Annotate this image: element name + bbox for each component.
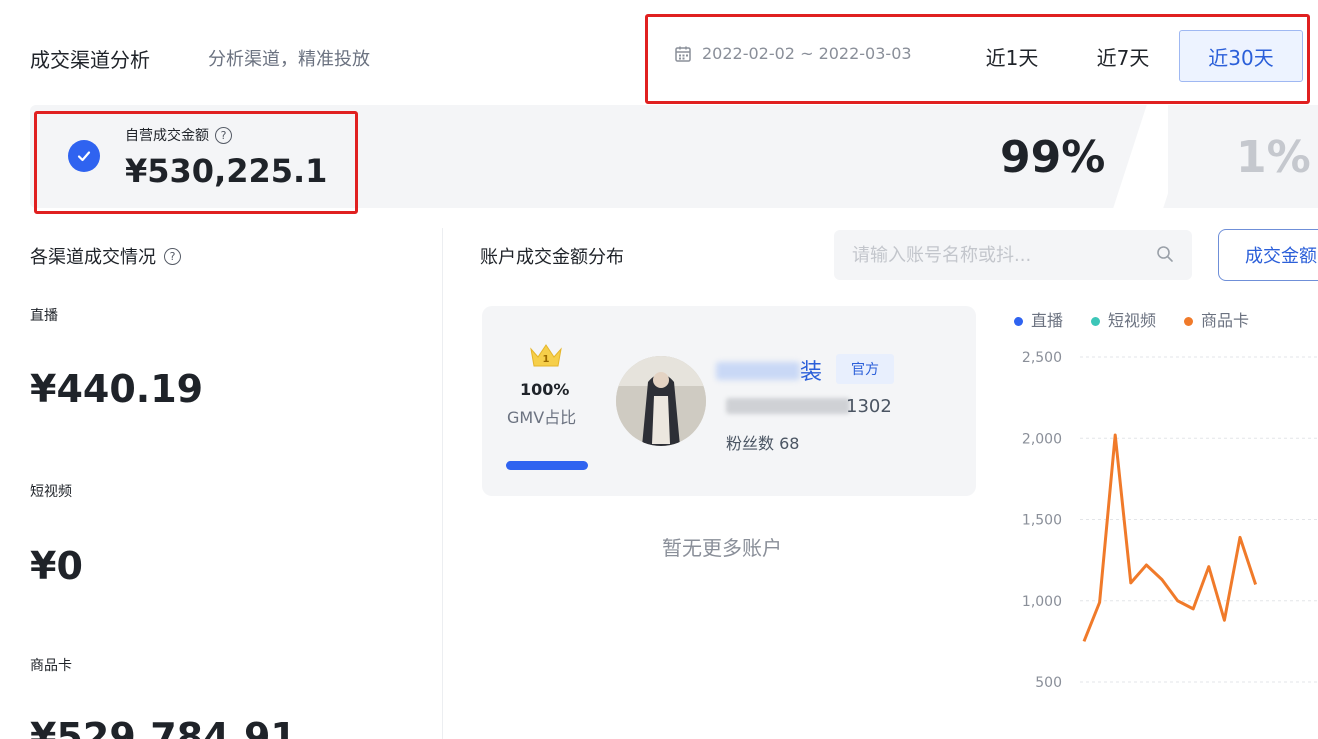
trend-chart: 2,500 2,000 1,500 1,000 500 — [1022, 350, 1318, 691]
account-name[interactable]: 装 — [800, 354, 822, 386]
y-tick-label: 1,000 — [1022, 594, 1062, 610]
no-more-accounts-text: 暂无更多账户 — [662, 536, 782, 560]
legend-item-live[interactable]: 直播 — [1014, 307, 1063, 331]
channel-value-short-video: ¥0 — [30, 544, 83, 588]
page-title: 成交渠道分析 — [30, 48, 150, 72]
y-tick-label: 1,500 — [1022, 513, 1062, 529]
y-tick-label: 2,000 — [1022, 431, 1062, 447]
sort-by-amount-button[interactable]: 成交金额 — [1218, 229, 1318, 281]
question-icon[interactable]: ? — [164, 247, 181, 265]
channels-title-text: 各渠道成交情况 — [30, 247, 156, 268]
share-percent-main: 99% — [1000, 132, 1106, 183]
rank-number: 1 — [543, 354, 550, 365]
channels-title: 各渠道成交情况 ? — [30, 243, 181, 269]
legend-label-product-card: 商品卡 — [1201, 311, 1250, 330]
account-name-redacted — [716, 362, 800, 380]
account-id-redacted — [726, 398, 850, 414]
series-line-product-card — [1082, 433, 1258, 642]
share-percent-other: 1% — [1236, 132, 1311, 183]
legend-item-short-video[interactable]: 短视频 — [1091, 307, 1156, 331]
chart-legend: 直播 短视频 商品卡 — [1014, 307, 1249, 331]
channel-value-product-card: ¥529,784.91 — [30, 715, 297, 739]
account-search[interactable] — [834, 230, 1192, 280]
account-search-input[interactable] — [852, 244, 1142, 266]
gmv-percent: 100% — [520, 380, 570, 399]
crown-icon: 1 — [530, 344, 562, 367]
highlight-box-date-filter — [645, 14, 1310, 104]
gmv-share-bar — [506, 461, 588, 470]
search-icon[interactable] — [1156, 245, 1174, 263]
avatar — [616, 356, 706, 446]
fans-count: 粉丝数 68 — [726, 434, 800, 453]
accounts-title: 账户成交金额分布 — [480, 247, 624, 268]
y-tick-label: 2,500 — [1022, 350, 1062, 366]
legend-item-product-card[interactable]: 商品卡 — [1184, 307, 1249, 331]
official-badge: 官方 — [836, 354, 894, 384]
gmv-label: GMV占比 — [507, 408, 577, 427]
channel-label-short-video: 短视频 — [30, 484, 72, 500]
column-divider — [442, 228, 443, 739]
legend-label-live: 直播 — [1031, 311, 1064, 330]
page-subtitle: 分析渠道，精准投放 — [208, 49, 370, 70]
channel-label-live: 直播 — [30, 308, 58, 324]
legend-label-short-video: 短视频 — [1108, 311, 1157, 330]
y-tick-label: 500 — [1035, 675, 1062, 691]
highlight-box-total-amount — [34, 111, 358, 214]
account-id: 1302 — [846, 396, 892, 417]
channel-value-live: ¥440.19 — [30, 367, 204, 411]
channel-label-product-card: 商品卡 — [30, 658, 72, 674]
